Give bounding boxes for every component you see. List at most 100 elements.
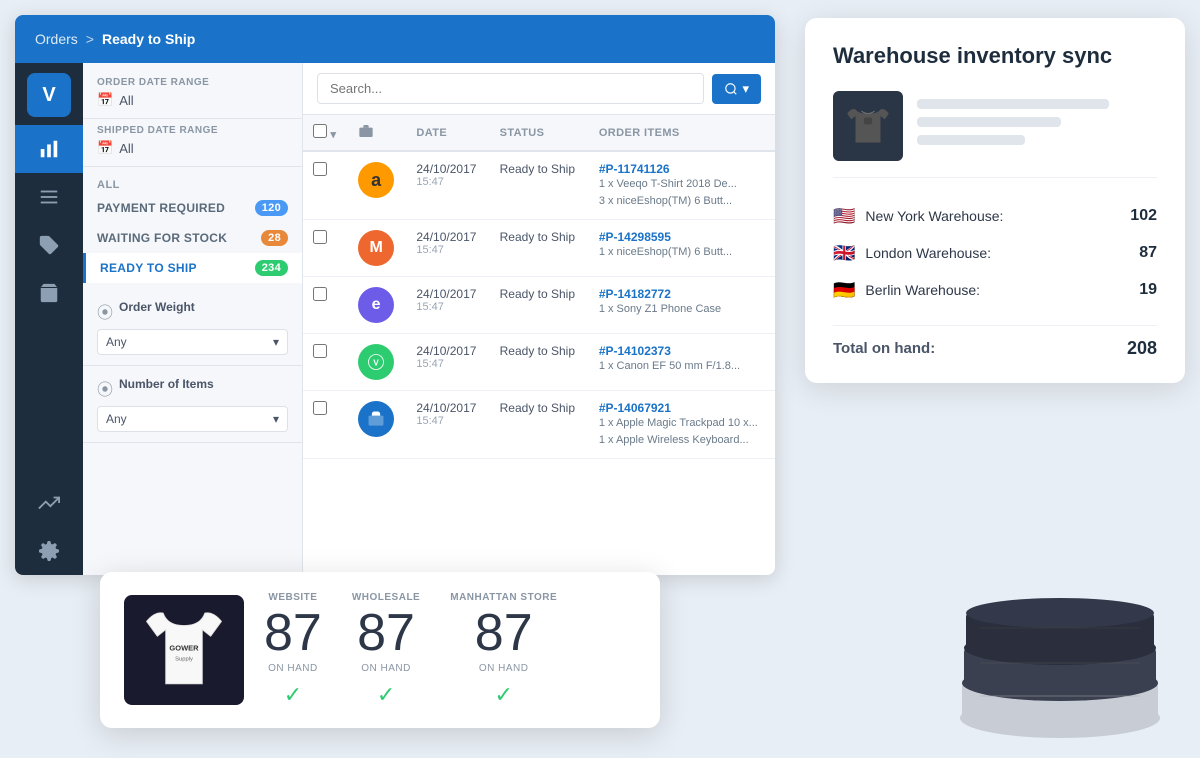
shirts-decoration	[880, 498, 1200, 758]
row-checkbox-cell	[303, 391, 348, 459]
logo-text: V	[42, 84, 55, 107]
svg-text:Supply: Supply	[175, 656, 193, 662]
app-logo: V	[27, 73, 71, 117]
row-checkbox-cell	[303, 277, 348, 334]
shirts-stack-image	[900, 518, 1200, 758]
breadcrumb-separator: >	[86, 31, 94, 47]
order-date-value[interactable]: 📅 All	[97, 92, 288, 108]
row-checkbox[interactable]	[313, 344, 327, 358]
time-value: 15:47	[416, 415, 479, 427]
ny-warehouse-count: 102	[1130, 207, 1157, 225]
row-date: 24/10/2017 15:47	[406, 220, 489, 277]
orders-table: ▾ DATE STATUS ORDER ITEMS	[303, 115, 775, 575]
inv-channel-website: WEBSITE 87 ON HAND ✓	[264, 592, 322, 708]
table-row: 24/10/2017 15:47 Ready to Ship #P-140679…	[303, 391, 775, 459]
order-date-label: ORDER DATE RANGE	[97, 77, 288, 88]
row-channel: V	[348, 334, 406, 391]
col-order-items[interactable]: ORDER ITEMS	[589, 115, 775, 151]
order-link[interactable]: #P-11741126	[599, 162, 670, 176]
shipped-date-filter: SHIPPED DATE RANGE 📅 All	[83, 125, 302, 167]
warehouse-card: Warehouse inventory sync 🇺🇸 New York War…	[805, 18, 1185, 383]
number-items-select[interactable]: Any ▾	[97, 406, 288, 432]
status-list: PAYMENT REQUIRED 120 WAITING FOR STOCK 2…	[83, 193, 302, 289]
status-ready-ship[interactable]: READY TO SHIP 234	[83, 253, 302, 283]
london-warehouse-name: London Warehouse:	[865, 245, 1129, 261]
total-label: Total on hand:	[833, 340, 935, 357]
website-channel-label: ON HAND	[268, 663, 318, 674]
order-link[interactable]: #P-14067921	[599, 401, 671, 415]
status-waiting-stock[interactable]: WAITING FOR STOCK 28	[83, 223, 302, 253]
wholesale-check-icon: ✓	[377, 682, 395, 708]
row-checkbox[interactable]	[313, 230, 327, 244]
warehouse-row-ny: 🇺🇸 New York Warehouse: 102	[833, 198, 1157, 235]
col-status[interactable]: STATUS	[490, 115, 589, 151]
nav-cart[interactable]	[15, 269, 83, 317]
order-link[interactable]: #P-14298595	[599, 230, 671, 244]
manhattan-channel-label: ON HAND	[479, 663, 529, 674]
row-status: Ready to Ship	[490, 334, 589, 391]
row-checkbox[interactable]	[313, 162, 327, 176]
row-checkbox-cell	[303, 220, 348, 277]
breadcrumb-orders[interactable]: Orders	[35, 31, 78, 47]
col-checkbox: ▾	[303, 115, 348, 151]
berlin-warehouse-count: 19	[1139, 281, 1157, 299]
inv-channel-wholesale: WHOLESALE 87 ON HAND ✓	[352, 592, 420, 708]
nav-settings[interactable]	[15, 527, 83, 575]
time-value: 15:47	[416, 244, 479, 256]
order-weight-filter: ⦿ Order Weight Any ▾	[83, 289, 302, 366]
waiting-badge: 28	[261, 230, 288, 246]
status-payment-required[interactable]: PAYMENT REQUIRED 120	[83, 193, 302, 223]
nav-dashboard[interactable]	[15, 125, 83, 173]
order-link[interactable]: #P-14182772	[599, 287, 671, 301]
inv-channel-manhattan: MANHATTAN STORE 87 ON HAND ✓	[450, 592, 557, 708]
store-icon	[358, 123, 374, 139]
select-all-checkbox[interactable]	[313, 124, 327, 138]
us-flag-icon: 🇺🇸	[833, 206, 855, 227]
date-value: 24/10/2017	[416, 287, 479, 301]
wholesale-channel-name: WHOLESALE	[352, 592, 420, 603]
nav-tags[interactable]	[15, 221, 83, 269]
order-items-text: 1 x Sony Z1 Phone Case	[599, 301, 765, 318]
product-info-lines	[917, 99, 1157, 153]
trend-icon	[38, 492, 60, 514]
nav-orders[interactable]	[15, 173, 83, 221]
warehouse-rows: 🇺🇸 New York Warehouse: 102 🇬🇧 London War…	[833, 198, 1157, 309]
nav-analytics[interactable]	[15, 479, 83, 527]
order-link[interactable]: #P-14102373	[599, 344, 671, 358]
warehouse-title: Warehouse inventory sync	[833, 42, 1157, 71]
time-value: 15:47	[416, 176, 479, 188]
order-items-text: 1 x Canon EF 50 mm F/1.8...	[599, 358, 765, 375]
row-status: Ready to Ship	[490, 391, 589, 459]
svg-text:GOWER: GOWER	[169, 643, 199, 652]
row-status: Ready to Ship	[490, 277, 589, 334]
row-checkbox[interactable]	[313, 401, 327, 415]
search-dropdown-icon: ▾	[742, 81, 749, 97]
search-button[interactable]: ▾	[712, 74, 761, 104]
row-channel: a	[348, 151, 406, 220]
row-checkbox[interactable]	[313, 287, 327, 301]
status-value: Ready to Ship	[500, 162, 575, 176]
row-items: #P-11741126 1 x Veeqo T-Shirt 2018 De...…	[589, 151, 775, 220]
row-status: Ready to Ship	[490, 220, 589, 277]
order-weight-select[interactable]: Any ▾	[97, 329, 288, 355]
row-date: 24/10/2017 15:47	[406, 334, 489, 391]
chevron-down-icon: ▾	[273, 335, 279, 349]
breadcrumb-current: Ready to Ship	[102, 31, 195, 47]
table-row: M 24/10/2017 15:47 Ready to Ship #P-1429…	[303, 220, 775, 277]
shipped-date-value[interactable]: 📅 All	[97, 140, 288, 156]
row-items: #P-14067921 1 x Apple Magic Trackpad 10 …	[589, 391, 775, 459]
channel-icon: a	[358, 162, 394, 198]
cart-icon	[38, 282, 60, 304]
chevron-down-icon-2: ▾	[273, 412, 279, 426]
berlin-warehouse-name: Berlin Warehouse:	[865, 282, 1129, 298]
filters-sidebar: ORDER DATE RANGE 📅 All SHIPPED DATE RANG…	[83, 63, 303, 575]
row-items: #P-14102373 1 x Canon EF 50 mm F/1.8...	[589, 334, 775, 391]
channel-icon: M	[358, 230, 394, 266]
website-channel-count: 87	[264, 607, 322, 659]
search-input[interactable]	[317, 73, 704, 104]
slider-icon: ⦿	[97, 299, 113, 323]
product-line-2	[917, 117, 1061, 127]
orders-area: ▾ ▾ DATE	[303, 63, 775, 575]
search-icon	[724, 82, 738, 96]
col-date[interactable]: DATE	[406, 115, 489, 151]
